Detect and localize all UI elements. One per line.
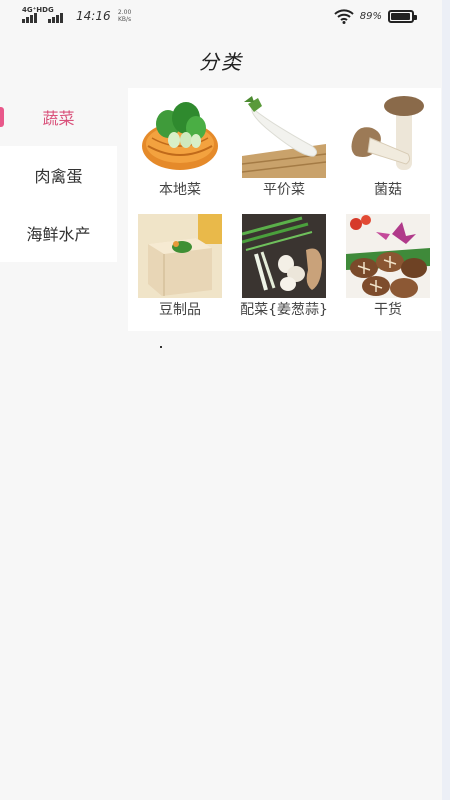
sidebar-item-vegetables[interactable]: 蔬菜: [0, 88, 117, 146]
page-title: 分类: [199, 50, 243, 74]
category-sidebar: 蔬菜 肉禽蛋 海鲜水产: [0, 88, 117, 262]
subcategory-label: 菌菇: [374, 182, 402, 198]
battery-icon: [388, 9, 417, 23]
subcategory-label: 干货: [374, 302, 402, 318]
cell-signal-icon-2: G: [48, 7, 68, 25]
stray-dot: [160, 346, 162, 348]
sidebar-item-label: 海鲜水产: [26, 225, 91, 244]
subcategory-soy-products[interactable]: 豆制品: [128, 208, 232, 328]
right-edge-strip: [442, 0, 450, 800]
sidebar-item-meat-poultry-eggs[interactable]: 肉禽蛋: [0, 146, 117, 204]
scallion-garlic-image: [242, 214, 326, 298]
subcategory-label: 本地菜: [159, 182, 201, 198]
active-indicator: [0, 107, 4, 127]
subcategory-mushrooms[interactable]: 菌菇: [336, 88, 440, 208]
status-right: 89%: [334, 8, 417, 24]
battery-percent: 89%: [359, 10, 382, 22]
wifi-icon: [334, 9, 354, 24]
network-speed: 2.00 KB/s: [117, 9, 132, 23]
radish-image: [242, 94, 326, 178]
sidebar-item-label: 肉禽蛋: [34, 167, 83, 186]
mushroom-image: [346, 94, 430, 178]
subcategory-local-vegetables[interactable]: 本地菜: [128, 88, 232, 208]
subcategory-aromatics[interactable]: 配菜{姜葱蒜}: [232, 208, 336, 328]
sidebar-item-label: 蔬菜: [42, 109, 75, 128]
sidebar-item-seafood[interactable]: 海鲜水产: [0, 204, 117, 262]
cell-signal-icon: 4G⁺HD: [22, 7, 48, 25]
subcategory-dried-goods[interactable]: 干货: [336, 208, 440, 328]
tofu-image: [138, 214, 222, 298]
status-time: 14:16: [76, 9, 111, 23]
subcategory-label: 豆制品: [159, 302, 201, 318]
subcategory-label: 配菜{姜葱蒜}: [240, 302, 328, 318]
subcategory-label: 平价菜: [263, 182, 305, 198]
shiitake-image: [346, 214, 430, 298]
status-bar: 4G⁺HD G 14:16 2.00 KB/s 89%: [0, 0, 442, 34]
bok-choy-image: [138, 94, 222, 178]
subcategory-grid: 本地菜 平价菜 菌菇 豆制品 配菜{姜葱蒜} 干货: [128, 88, 441, 331]
status-left: 4G⁺HD G 14:16 2.00 KB/s: [22, 6, 133, 26]
subcategory-budget-vegetables[interactable]: 平价菜: [232, 88, 336, 208]
